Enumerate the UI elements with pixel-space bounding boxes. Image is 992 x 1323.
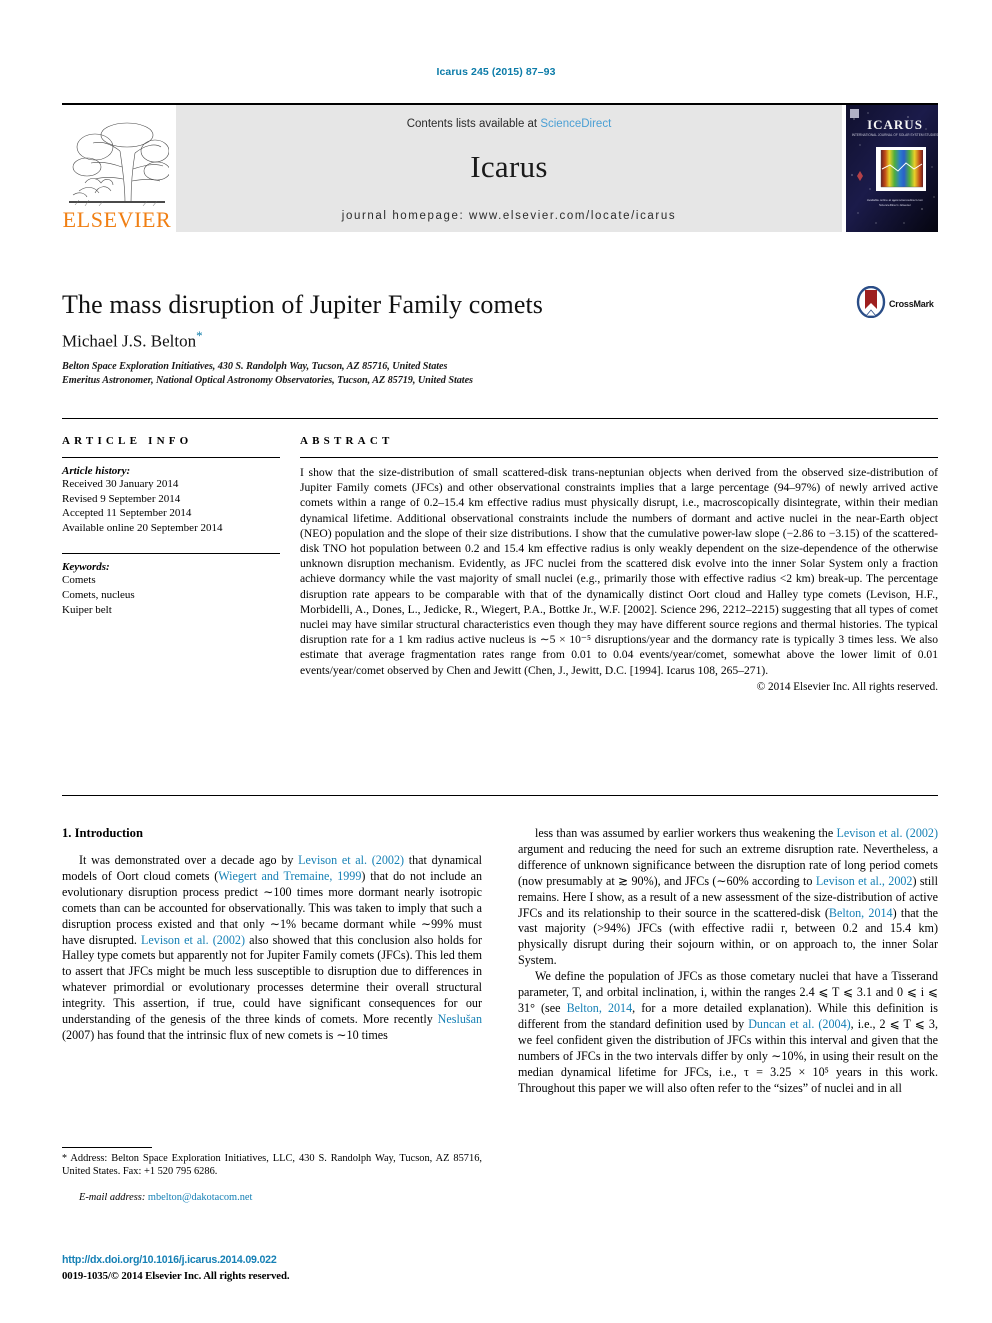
journal-band: Contents lists available at ScienceDirec… bbox=[176, 105, 842, 232]
keywords-block: Keywords: Comets Comets, nucleus Kuiper … bbox=[62, 553, 280, 617]
citation-link[interactable]: Levison et al. (2002) bbox=[141, 933, 245, 947]
article-info-column: ARTICLE INFO Article history: Received 3… bbox=[62, 419, 300, 693]
contents-prefix: Contents lists available at bbox=[407, 118, 541, 130]
keyword-item: Kuiper belt bbox=[62, 603, 280, 618]
abstract-text: I show that the size-distribution of sma… bbox=[300, 465, 938, 678]
citation-link[interactable]: Duncan et al. (2004) bbox=[748, 1017, 850, 1031]
history-received: Received 30 January 2014 bbox=[62, 477, 280, 492]
intro-paragraph-right-1: less than was assumed by earlier workers… bbox=[518, 826, 938, 969]
body-column-right: less than was assumed by earlier workers… bbox=[518, 826, 938, 1096]
citation-link[interactable]: Levison et al. (2002) bbox=[836, 826, 938, 840]
abstract-divider bbox=[300, 457, 938, 458]
crossmark-badge[interactable]: CrossMark bbox=[856, 286, 940, 322]
history-revised: Revised 9 September 2014 bbox=[62, 492, 280, 507]
sciencedirect-link[interactable]: ScienceDirect bbox=[540, 118, 611, 130]
citation-link[interactable]: Levison et al. (2002) bbox=[298, 853, 404, 867]
section-heading-introduction: 1. Introduction bbox=[62, 826, 482, 841]
article-info-abstract-band: ARTICLE INFO Article history: Received 3… bbox=[62, 418, 938, 693]
footnote-address: * Address: Belton Space Exploration Init… bbox=[62, 1152, 482, 1179]
citation-link[interactable]: Wiegert and Tremaine, 1999 bbox=[218, 869, 361, 883]
abstract-heading: ABSTRACT bbox=[300, 435, 938, 447]
contents-available-line: Contents lists available at ScienceDirec… bbox=[176, 118, 842, 130]
author-line: Michael J.S. Belton* bbox=[62, 328, 822, 352]
running-head: Icarus 245 (2015) 87–93 bbox=[0, 66, 992, 78]
journal-masthead: ELSEVIER Contents lists available at Sci… bbox=[62, 103, 938, 232]
article-history-label: Article history: bbox=[62, 465, 280, 477]
journal-homepage-link[interactable]: journal homepage: www.elsevier.com/locat… bbox=[176, 210, 842, 222]
footnote-address-text: Address: Belton Space Exploration Initia… bbox=[62, 1153, 482, 1177]
email-label: E-mail address: bbox=[79, 1192, 145, 1203]
footnote-divider bbox=[62, 1147, 152, 1148]
svg-text:Available online at www.scienc: Available online at www.sciencedirect.co… bbox=[867, 198, 924, 202]
svg-text:ICARUS: ICARUS bbox=[867, 117, 923, 132]
body-column-left: 1. Introduction It was demonstrated over… bbox=[62, 826, 482, 1096]
email-link[interactable]: mbelton@dakotacom.net bbox=[148, 1192, 253, 1203]
citation-link[interactable]: Neslušan bbox=[438, 1012, 482, 1026]
keyword-item: Comets, nucleus bbox=[62, 588, 280, 603]
svg-text:INTERNATIONAL JOURNAL OF SOLAR: INTERNATIONAL JOURNAL OF SOLAR SYSTEM ST… bbox=[852, 133, 938, 137]
crossmark-icon bbox=[856, 286, 886, 323]
keywords-divider bbox=[62, 553, 280, 554]
citation-link[interactable]: Belton, 2014 bbox=[567, 1001, 633, 1015]
intro-paragraph-left: It was demonstrated over a decade ago by… bbox=[62, 853, 482, 1044]
elsevier-wordmark: ELSEVIER bbox=[63, 209, 172, 231]
keywords-label: Keywords: bbox=[62, 561, 280, 573]
crossmark-label: CrossMark bbox=[889, 299, 934, 309]
author-name: Michael J.S. Belton bbox=[62, 332, 196, 351]
abstract-copyright: © 2014 Elsevier Inc. All rights reserved… bbox=[300, 681, 938, 693]
affiliation-2: Emeritus Astronomer, National Optical As… bbox=[62, 375, 862, 386]
elsevier-tree-icon bbox=[65, 121, 169, 209]
body-columns: 1. Introduction It was demonstrated over… bbox=[62, 826, 938, 1096]
corresponding-author-marker: * bbox=[196, 328, 203, 343]
page-title: The mass disruption of Jupiter Family co… bbox=[62, 290, 822, 320]
keyword-item: Comets bbox=[62, 573, 280, 588]
issn-copyright: 0019-1035/© 2014 Elsevier Inc. All right… bbox=[62, 1270, 289, 1282]
intro-paragraph-right-2: We define the population of JFCs as thos… bbox=[518, 969, 938, 1096]
doi-link[interactable]: http://dx.doi.org/10.1016/j.icarus.2014.… bbox=[62, 1254, 277, 1266]
journal-title: Icarus bbox=[176, 149, 842, 185]
svg-text:ScienceDirect • Elsevier: ScienceDirect • Elsevier bbox=[879, 203, 911, 207]
citation-link[interactable]: Levison et al., 2002 bbox=[816, 874, 913, 888]
citation-link[interactable]: Belton, 2014 bbox=[829, 906, 893, 920]
history-accepted: Accepted 11 September 2014 bbox=[62, 506, 280, 521]
info-divider bbox=[62, 457, 280, 458]
elsevier-logo: ELSEVIER bbox=[62, 105, 172, 232]
affiliation-1: Belton Space Exploration Initiatives, 43… bbox=[62, 361, 862, 372]
history-available-online: Available online 20 September 2014 bbox=[62, 521, 280, 536]
band-bottom-divider bbox=[62, 795, 938, 796]
journal-cover-thumbnail: ICARUS INTERNATIONAL JOURNAL OF SOLAR SY… bbox=[846, 105, 938, 232]
article-info-heading: ARTICLE INFO bbox=[62, 435, 280, 447]
abstract-column: ABSTRACT I show that the size-distributi… bbox=[300, 419, 938, 693]
footnote-email-line: E-mail address: mbelton@dakotacom.net bbox=[62, 1192, 482, 1203]
